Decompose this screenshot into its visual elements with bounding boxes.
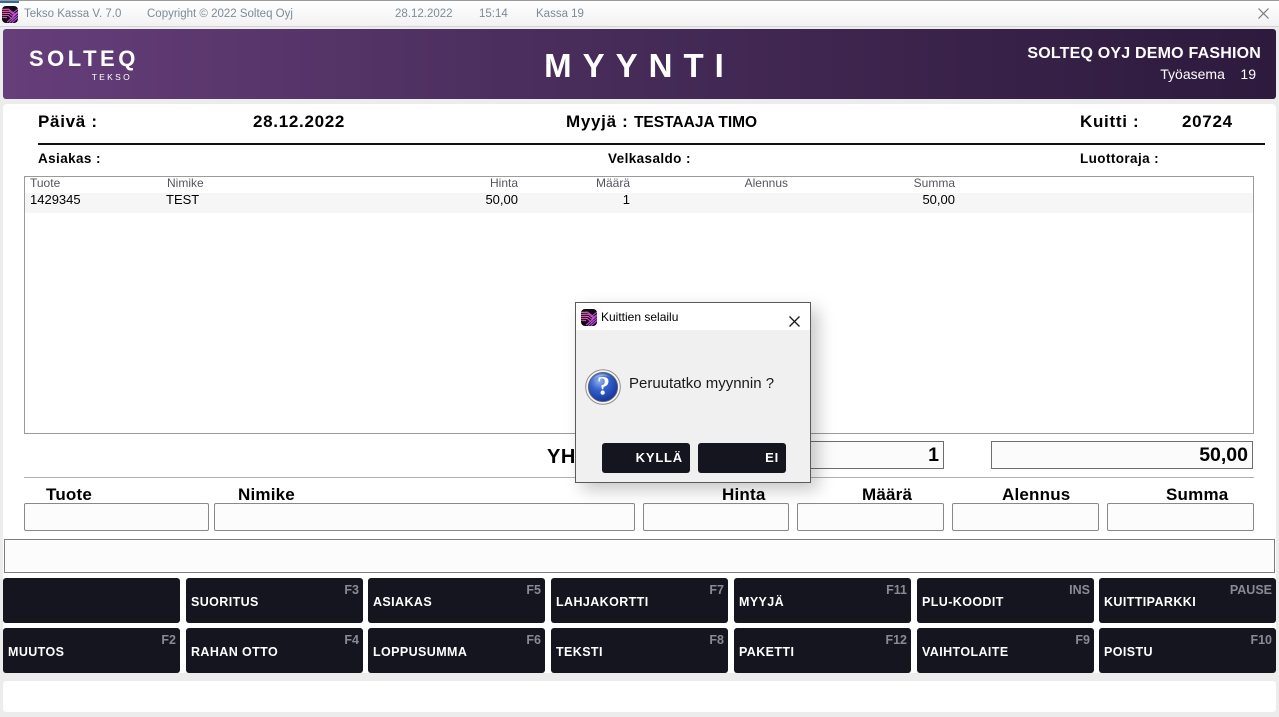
svg-text:?: ? <box>597 372 610 401</box>
